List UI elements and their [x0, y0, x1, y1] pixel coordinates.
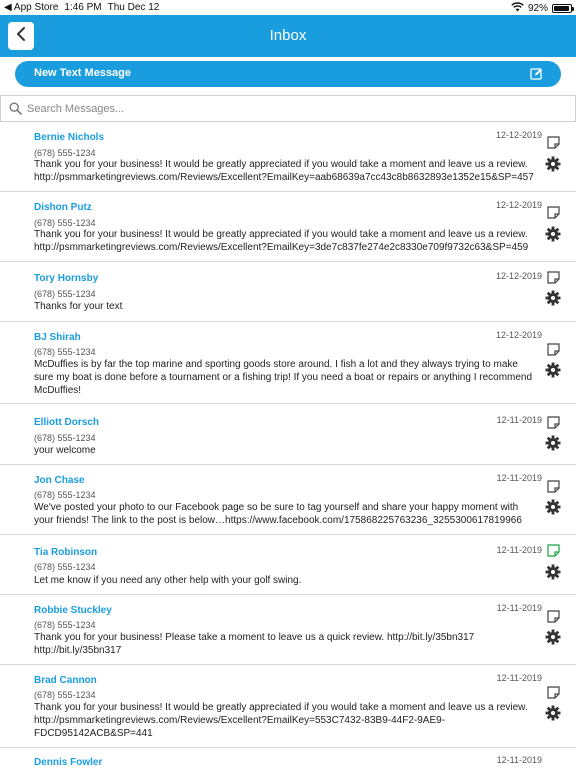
message-row[interactable]: Elliott Dorsch 12-11-2019 (678) 555-1234…: [0, 404, 576, 465]
message-date: 12-11-2019: [496, 415, 542, 425]
contact-phone: (678) 555-1234: [34, 433, 96, 443]
message-body: We've posted your photo to our Facebook …: [34, 502, 522, 526]
wifi-icon: [511, 2, 524, 15]
note-icon[interactable]: [547, 686, 560, 699]
gear-icon[interactable]: [545, 564, 561, 580]
message-row[interactable]: Tory Hornsby 12-12-2019 (678) 555-1234 T…: [0, 262, 576, 322]
message-date: 12-11-2019: [496, 673, 542, 683]
contact-phone: (678) 555-1234: [34, 289, 96, 299]
gear-icon[interactable]: [545, 499, 561, 515]
contact-phone: (678) 555-1234: [34, 148, 96, 158]
note-icon[interactable]: [547, 271, 560, 284]
contact-phone: (678) 555-1234: [34, 490, 96, 500]
battery-icon: [552, 4, 574, 13]
new-text-message-button[interactable]: New Text Message: [15, 61, 561, 87]
header-bar: Inbox: [0, 15, 576, 57]
message-body: McDuffies is by far the top marine and s…: [34, 359, 533, 396]
search-bar: [0, 95, 576, 122]
message-row[interactable]: BJ Shirah 12-12-2019 (678) 555-1234 McDu…: [0, 322, 576, 404]
message-body: Thank you for your business! It would be…: [34, 159, 534, 183]
note-icon[interactable]: [547, 610, 560, 623]
status-time: 1:46 PM: [64, 2, 102, 13]
search-input[interactable]: [27, 100, 547, 118]
message-date: 12-11-2019: [496, 473, 542, 483]
message-date: 12-12-2019: [495, 271, 542, 281]
note-icon[interactable]: [547, 480, 560, 493]
back-to-app-store-link[interactable]: ◀ App Store: [4, 2, 58, 13]
gear-icon[interactable]: [545, 226, 561, 242]
message-row[interactable]: Robbie Stuckley 12-11-2019 (678) 555-123…: [0, 595, 576, 665]
compose-icon: [530, 67, 543, 85]
message-body: Thanks for your text: [34, 301, 123, 312]
new-text-message-label: New Text Message: [34, 67, 132, 79]
message-body: Thank you for your business! It would be…: [34, 702, 528, 739]
message-date: 12-11-2019: [496, 603, 542, 613]
contact-phone: (678) 555-1234: [34, 562, 96, 572]
note-icon[interactable]: [547, 343, 560, 356]
note-icon[interactable]: [547, 136, 560, 149]
contact-name: Dishon Putz: [34, 202, 92, 213]
status-bar: ◀ App Store 1:46 PM Thu Dec 12 92%: [0, 0, 576, 15]
contact-phone: (678) 555-1234: [34, 690, 96, 700]
gear-icon[interactable]: [545, 156, 561, 172]
contact-name: BJ Shirah: [34, 332, 81, 343]
contact-phone: (678) 555-1234: [34, 218, 96, 228]
contact-name: Elliott Dorsch: [34, 417, 100, 428]
message-row[interactable]: Dishon Putz 12-12-2019 (678) 555-1234 Th…: [0, 192, 576, 262]
gear-icon[interactable]: [545, 290, 561, 306]
gear-icon[interactable]: [545, 705, 561, 721]
message-body: Thank you for your business! Please take…: [34, 632, 475, 656]
message-row[interactable]: Bernie Nichols 12-12-2019 (678) 555-1234…: [0, 122, 576, 192]
note-icon[interactable]: [547, 206, 560, 219]
search-icon: [9, 102, 22, 120]
message-row[interactable]: Tia Robinson 12-11-2019 (678) 555-1234 L…: [0, 535, 576, 595]
contact-name: Tia Robinson: [34, 547, 98, 558]
contact-name: Bernie Nichols: [34, 132, 105, 143]
contact-name: Brad Cannon: [34, 675, 97, 686]
gear-icon[interactable]: [545, 629, 561, 645]
status-date: Thu Dec 12: [107, 2, 160, 13]
page-title: Inbox: [269, 27, 307, 44]
message-date: 12-11-2019: [496, 545, 542, 555]
message-body: Let me know if you need any other help w…: [34, 575, 302, 586]
message-body: Thank you for your business! It would be…: [34, 229, 529, 253]
contact-name: Tory Hornsby: [34, 273, 99, 284]
message-date: 12-11-2019: [496, 755, 542, 765]
contact-phone: (678) 555-1234: [34, 347, 96, 357]
note-icon[interactable]: [547, 416, 560, 429]
gear-icon[interactable]: [545, 435, 561, 451]
note-icon-active[interactable]: [547, 544, 560, 557]
contact-name: Robbie Stuckley: [34, 605, 112, 616]
battery-percent: 92%: [527, 3, 548, 14]
message-row[interactable]: Dennis Fowler 12-11-2019: [0, 748, 576, 768]
message-date: 12-12-2019: [495, 330, 542, 340]
message-body: your welcome: [34, 445, 96, 456]
contact-phone: (678) 555-1234: [34, 620, 96, 630]
contact-name: Dennis Fowler: [34, 757, 103, 768]
contact-name: Jon Chase: [34, 475, 85, 486]
battery-fill: [554, 6, 569, 11]
message-row[interactable]: Jon Chase 12-11-2019 (678) 555-1234 We'v…: [0, 465, 576, 535]
message-row[interactable]: Brad Cannon 12-11-2019 (678) 555-1234 Th…: [0, 665, 576, 748]
message-date: 12-12-2019: [495, 200, 542, 210]
gear-icon[interactable]: [545, 362, 561, 378]
message-date: 12-12-2019: [495, 130, 542, 140]
